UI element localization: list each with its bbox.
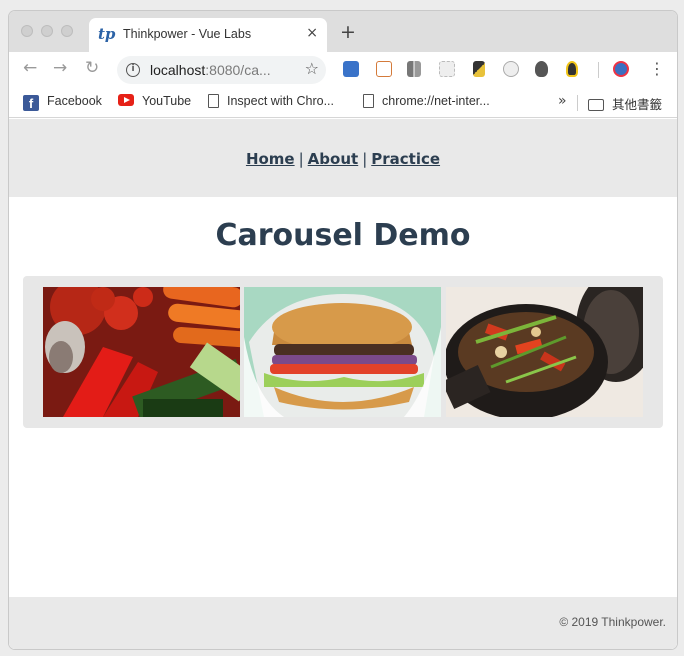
page-icon: [208, 94, 219, 108]
zoom-window-button[interactable]: [61, 25, 73, 37]
close-window-button[interactable]: [21, 25, 33, 37]
info-icon[interactable]: i: [126, 63, 140, 77]
carousel-slide-stew-pot[interactable]: [446, 287, 643, 417]
tab-strip: tp Thinkpower - Vue Labs × +: [9, 11, 677, 52]
site-nav: Home | About | Practice: [9, 119, 677, 197]
browser-window: tp Thinkpower - Vue Labs × + ← → ↻ i loc…: [9, 11, 677, 649]
nav-link-about[interactable]: About: [308, 150, 359, 168]
page-title: Carousel Demo: [215, 218, 471, 253]
bookmark-facebook[interactable]: f Facebook: [23, 94, 102, 112]
other-bookmarks-folder[interactable]: 其他書籤: [588, 94, 662, 112]
nav-separator: |: [362, 150, 368, 168]
bookmark-youtube[interactable]: YouTube: [118, 94, 191, 112]
copyright-text: © 2019 Thinkpower.: [559, 615, 666, 629]
extension-4d-icon[interactable]: [343, 61, 359, 77]
facebook-icon: f: [23, 95, 39, 111]
bookmark-net-internals[interactable]: chrome://net-inter...: [361, 94, 490, 112]
nav-separator: |: [298, 150, 304, 168]
lightbulb-icon[interactable]: [566, 61, 578, 77]
url-text[interactable]: localhost:8080/ca...: [150, 62, 271, 78]
bookmark-inspect[interactable]: Inspect with Chro...: [206, 94, 334, 112]
burger-image: [244, 287, 441, 417]
close-tab-icon[interactable]: ×: [306, 25, 318, 41]
bookmark-star-icon[interactable]: ☆: [305, 59, 319, 78]
extension-divider: [598, 62, 599, 78]
bug-icon[interactable]: [535, 61, 548, 77]
youtube-icon: [118, 94, 134, 106]
page-icon: [363, 94, 374, 108]
new-tab-button[interactable]: +: [340, 22, 356, 42]
profile-avatar[interactable]: [613, 61, 629, 77]
browser-menu-icon[interactable]: ⋮: [649, 59, 665, 78]
reload-icon[interactable]: ↻: [85, 58, 99, 78]
bookmarks-divider: [577, 95, 578, 111]
minimize-window-button[interactable]: [41, 25, 53, 37]
carousel[interactable]: [23, 276, 663, 428]
nav-link-home[interactable]: Home: [246, 150, 295, 168]
address-bar[interactable]: i localhost:8080/ca... ☆: [117, 56, 326, 84]
more-bookmarks-icon[interactable]: »: [558, 93, 567, 109]
vegetables-image: [43, 287, 240, 417]
nav-link-practice[interactable]: Practice: [371, 150, 440, 168]
back-icon[interactable]: ←: [23, 58, 37, 78]
extension-columns-icon[interactable]: [407, 61, 421, 77]
browser-toolbar: ← → ↻ i localhost:8080/ca... ☆ ⋮: [9, 52, 677, 88]
bookmarks-bar: f Facebook YouTube Inspect with Chro... c…: [9, 88, 677, 118]
carousel-slide-burger[interactable]: [244, 287, 441, 417]
footer: © 2019 Thinkpower.: [9, 597, 677, 649]
eyedropper-icon[interactable]: [473, 61, 485, 77]
stew-pot-image: [446, 287, 643, 417]
extension-window-icon[interactable]: [376, 61, 392, 77]
extension-placeholder-icon[interactable]: [439, 61, 455, 77]
tab-title: Thinkpower - Vue Labs: [123, 27, 252, 41]
extension-circle-icon[interactable]: [503, 61, 519, 77]
page-content: Home | About | Practice Carousel Demo © …: [9, 119, 677, 649]
forward-icon[interactable]: →: [53, 58, 67, 78]
tab-thinkpower[interactable]: tp Thinkpower - Vue Labs ×: [89, 18, 327, 52]
tp-logo-icon: tp: [98, 25, 116, 43]
carousel-slide-vegetables[interactable]: [43, 287, 240, 417]
folder-icon: [588, 99, 604, 111]
